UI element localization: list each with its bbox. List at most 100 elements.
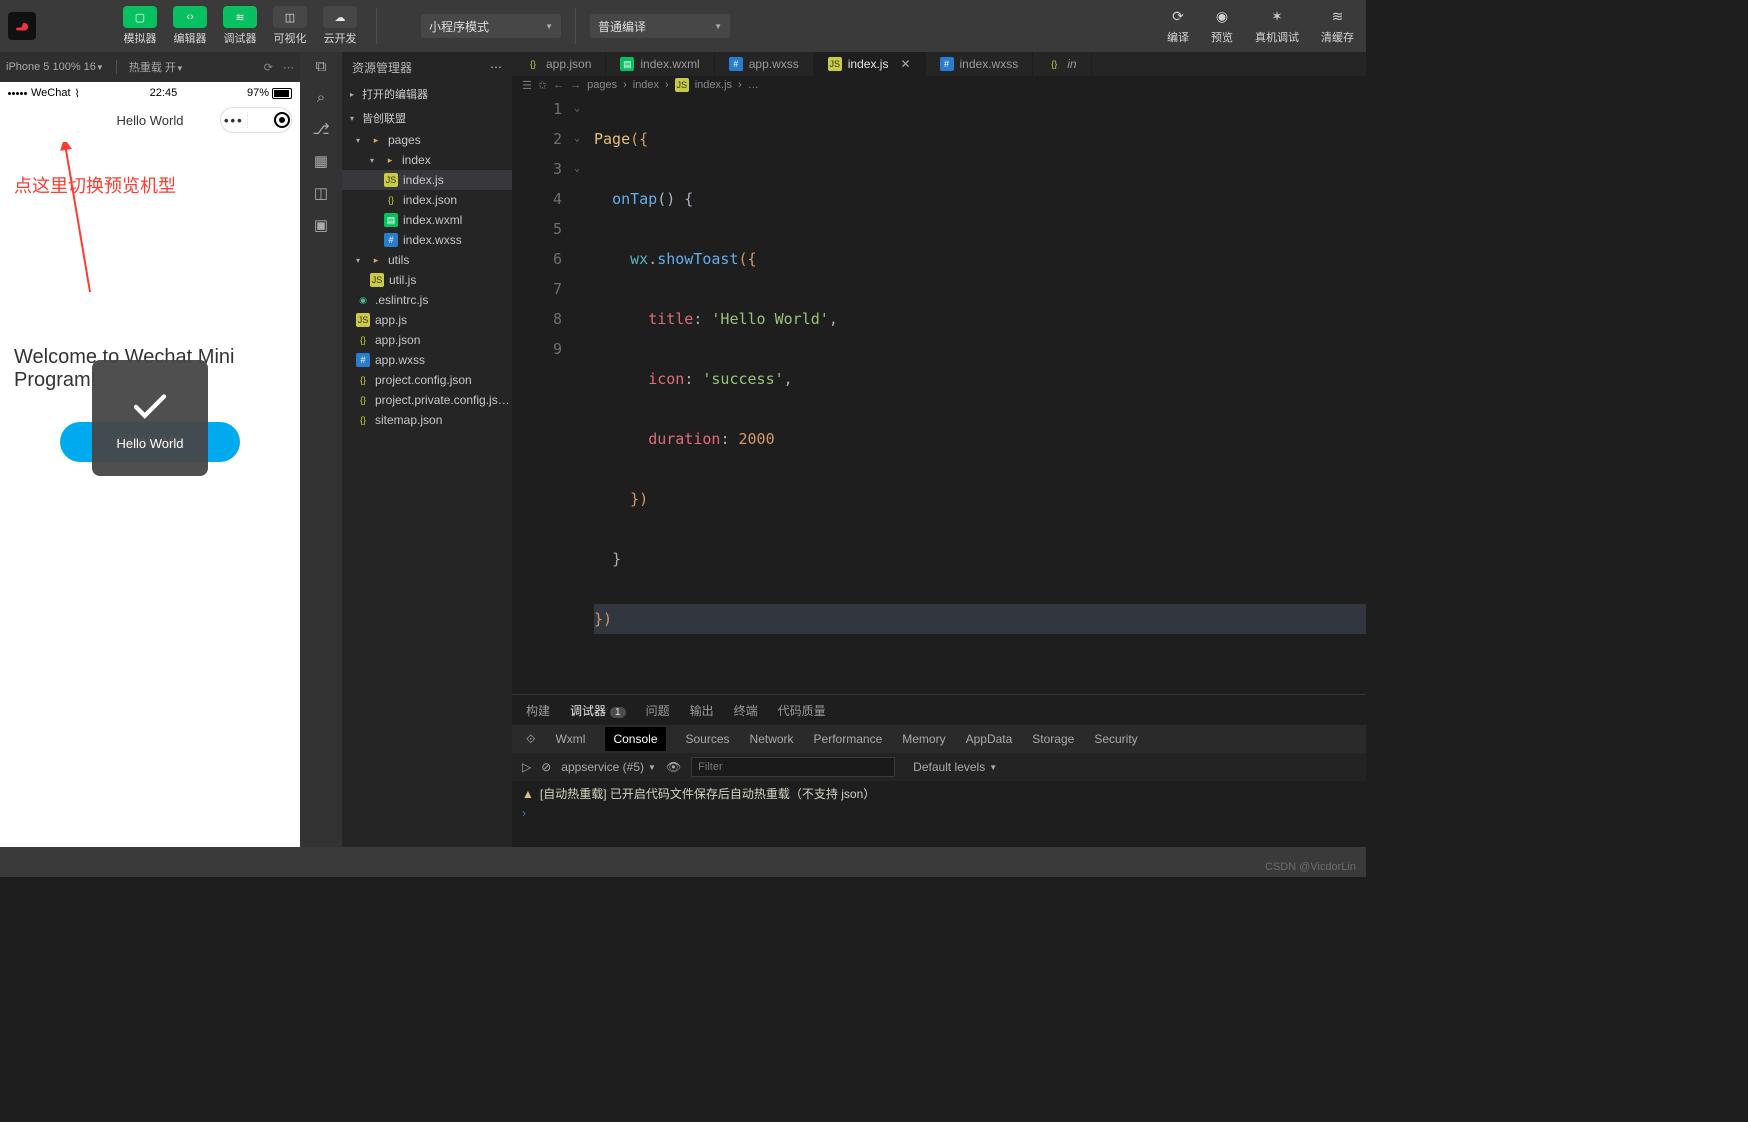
warning-icon: ▲ xyxy=(522,787,534,801)
annotation-hint: 点这里切换预览机型 xyxy=(0,136,300,198)
more-icon[interactable]: ⋯ xyxy=(283,61,294,74)
devtab-network[interactable]: Network xyxy=(750,732,794,746)
devtab-storage[interactable]: Storage xyxy=(1032,732,1074,746)
devtab-security[interactable]: Security xyxy=(1094,732,1137,746)
watermark: CSDN @VicdorLin xyxy=(1265,861,1356,873)
panel-build[interactable]: 构建 xyxy=(526,702,550,719)
wifi-icon: ⌇ xyxy=(75,87,80,100)
box-icon[interactable]: ◫ xyxy=(314,184,328,202)
close-icon[interactable]: ✕ xyxy=(894,57,910,71)
folder-utils[interactable]: ▾▸utils xyxy=(342,250,512,270)
editor-pane: {}app.json ▤index.wxml #app.wxss JSindex… xyxy=(512,52,1366,847)
phone-statusbar: WeChat⌇ 22:45 97% xyxy=(0,82,300,104)
code-editor[interactable]: 123456789 ⌄⌄⌄ Page({ onTap() { wx.showTo… xyxy=(512,94,1366,694)
page-title: Hello World xyxy=(117,113,184,128)
file-app-js[interactable]: JSapp.js xyxy=(342,310,512,330)
file-app-wxss[interactable]: #app.wxss xyxy=(342,350,512,370)
files-icon[interactable]: ⧉ xyxy=(316,58,327,75)
cloud-button[interactable]: ☁云开发 xyxy=(318,6,362,46)
file-project-config[interactable]: {}project.config.json xyxy=(342,370,512,390)
editor-activitybar: ⧉ ⌕ ⎇ ▦ ◫ ▣ xyxy=(300,52,342,847)
top-toolbar: ▢模拟器 ‹›编辑器 ≋调试器 ◫可视化 ☁云开发 小程序模式▼ 普通编译▼ ⟳… xyxy=(0,0,1366,52)
editor-tabs: {}app.json ▤index.wxml #app.wxss JSindex… xyxy=(512,52,1366,76)
realdevice-action[interactable]: ✶真机调试 xyxy=(1255,8,1299,45)
panel-output[interactable]: 输出 xyxy=(690,702,714,719)
simulator-button[interactable]: ▢模拟器 xyxy=(118,6,162,46)
filter-input[interactable] xyxy=(691,757,895,777)
devtab-console[interactable]: Console xyxy=(605,727,665,751)
docker-icon[interactable]: ▣ xyxy=(314,216,328,234)
visual-button[interactable]: ◫可视化 xyxy=(268,6,312,46)
compile-action[interactable]: ⟳编译 xyxy=(1167,8,1189,45)
capsule-menu[interactable]: ••• xyxy=(220,107,292,133)
separator xyxy=(575,8,576,44)
file-tree: ▾▸pages ▾▸index JSindex.js {}index.json … xyxy=(342,130,512,430)
panel-problems[interactable]: 问题 xyxy=(646,702,670,719)
explorer-pane: 资源管理器⋯ ▸打开的编辑器 ▾皆创联盟 ▾▸pages ▾▸index JSi… xyxy=(342,52,512,847)
preview-action[interactable]: ◉预览 xyxy=(1211,8,1233,45)
folder-index[interactable]: ▾▸index xyxy=(342,150,512,170)
branch-icon[interactable]: ⎇ xyxy=(312,120,329,138)
levels-select[interactable]: Default levels▼ xyxy=(913,760,997,774)
devtools-tabs: ⟐ Wxml Console Sources Network Performan… xyxy=(512,725,1366,753)
devtab-appdata[interactable]: AppData xyxy=(966,732,1013,746)
tab-app-json[interactable]: {}app.json xyxy=(512,52,606,76)
toast-text: Hello World xyxy=(117,436,184,451)
tab-index-wxss[interactable]: #index.wxss xyxy=(926,52,1034,76)
file-util-js[interactable]: JSutil.js xyxy=(342,270,512,290)
file-index-json[interactable]: {}index.json xyxy=(342,190,512,210)
console-warning: [自动热重载] 已开启代码文件保存后自动热重载（不支持 json） xyxy=(540,785,875,802)
compile-dropdown[interactable]: 普通编译▼ xyxy=(590,14,730,38)
panel-terminal[interactable]: 终端 xyxy=(734,702,758,719)
bottom-panel: 构建 调试器1 问题 输出 终端 代码质量 ⟐ Wxml Console Sou… xyxy=(512,694,1366,847)
console-prompt[interactable]: › xyxy=(522,802,1356,820)
open-editors-section[interactable]: 打开的编辑器 xyxy=(362,86,428,102)
phone-time: 22:45 xyxy=(150,87,178,99)
inspect-icon[interactable]: ⟐ xyxy=(526,732,535,747)
run-icon[interactable]: ▷ xyxy=(522,760,531,774)
console-filters: ▷ ⊘ appservice (#5)▼ 👁 Default levels▼ xyxy=(512,753,1366,781)
hotreload-toggle[interactable]: 热重载 开▼ xyxy=(129,59,184,75)
tab-app-wxss[interactable]: #app.wxss xyxy=(715,52,814,76)
more-icon[interactable]: ⋯ xyxy=(490,60,502,74)
panel-quality[interactable]: 代码质量 xyxy=(778,702,826,719)
breadcrumbs[interactable]: ☰✩←→ pages›index›JSindex.js›… xyxy=(512,76,1366,94)
file-sitemap[interactable]: {}sitemap.json xyxy=(342,410,512,430)
gutter: 123456789 xyxy=(512,94,574,694)
devtab-sources[interactable]: Sources xyxy=(686,732,730,746)
panel-tabs: 构建 调试器1 问题 输出 终端 代码质量 xyxy=(512,695,1366,725)
file-index-wxss[interactable]: #index.wxss xyxy=(342,230,512,250)
tab-overflow[interactable]: {}in xyxy=(1033,52,1091,76)
console-output: ▲ [自动热重载] 已开启代码文件保存后自动热重载（不支持 json） › xyxy=(512,781,1366,847)
mode-dropdown[interactable]: 小程序模式▼ xyxy=(421,14,561,38)
context-select[interactable]: appservice (#5)▼ xyxy=(561,760,656,774)
file-index-js[interactable]: JSindex.js xyxy=(342,170,512,190)
tab-index-js[interactable]: JSindex.js✕ xyxy=(814,52,926,76)
phone-simulator: WeChat⌇ 22:45 97% Hello World ••• 点这里切换预… xyxy=(0,82,300,847)
toast-popup: Hello World xyxy=(92,360,208,476)
search-icon[interactable]: ⌕ xyxy=(317,89,325,106)
devtab-wxml[interactable]: Wxml xyxy=(555,732,585,746)
refresh-icon[interactable]: ⟳ xyxy=(264,61,273,74)
clear-icon[interactable]: ⊘ xyxy=(541,760,551,774)
devtab-memory[interactable]: Memory xyxy=(902,732,945,746)
separator xyxy=(376,8,377,44)
project-section[interactable]: 皆创联盟 xyxy=(362,110,406,126)
editor-button[interactable]: ‹›编辑器 xyxy=(168,6,212,46)
file-app-json[interactable]: {}app.json xyxy=(342,330,512,350)
device-select[interactable]: iPhone 5 100% 16▼ xyxy=(6,61,104,73)
eye-icon[interactable]: 👁 xyxy=(666,760,681,774)
file-project-private-config[interactable]: {}project.private.config.js… xyxy=(342,390,512,410)
folder-pages[interactable]: ▾▸pages xyxy=(342,130,512,150)
devtab-performance[interactable]: Performance xyxy=(814,732,883,746)
app-logo xyxy=(8,12,36,40)
phone-navbar: Hello World ••• xyxy=(0,104,300,136)
debugger-button[interactable]: ≋调试器 xyxy=(218,6,262,46)
file-eslint[interactable]: ◉.eslintrc.js xyxy=(342,290,512,310)
file-index-wxml[interactable]: ▤index.wxml xyxy=(342,210,512,230)
grid-icon[interactable]: ▦ xyxy=(314,152,328,170)
simulator-pane: iPhone 5 100% 16▼ 热重载 开▼ ⟳ ⋯ WeChat⌇ 22:4… xyxy=(0,52,300,847)
clearcache-action[interactable]: ≋清缓存 xyxy=(1321,8,1354,45)
panel-debugger[interactable]: 调试器1 xyxy=(570,702,626,719)
tab-index-wxml[interactable]: ▤index.wxml xyxy=(606,52,714,76)
